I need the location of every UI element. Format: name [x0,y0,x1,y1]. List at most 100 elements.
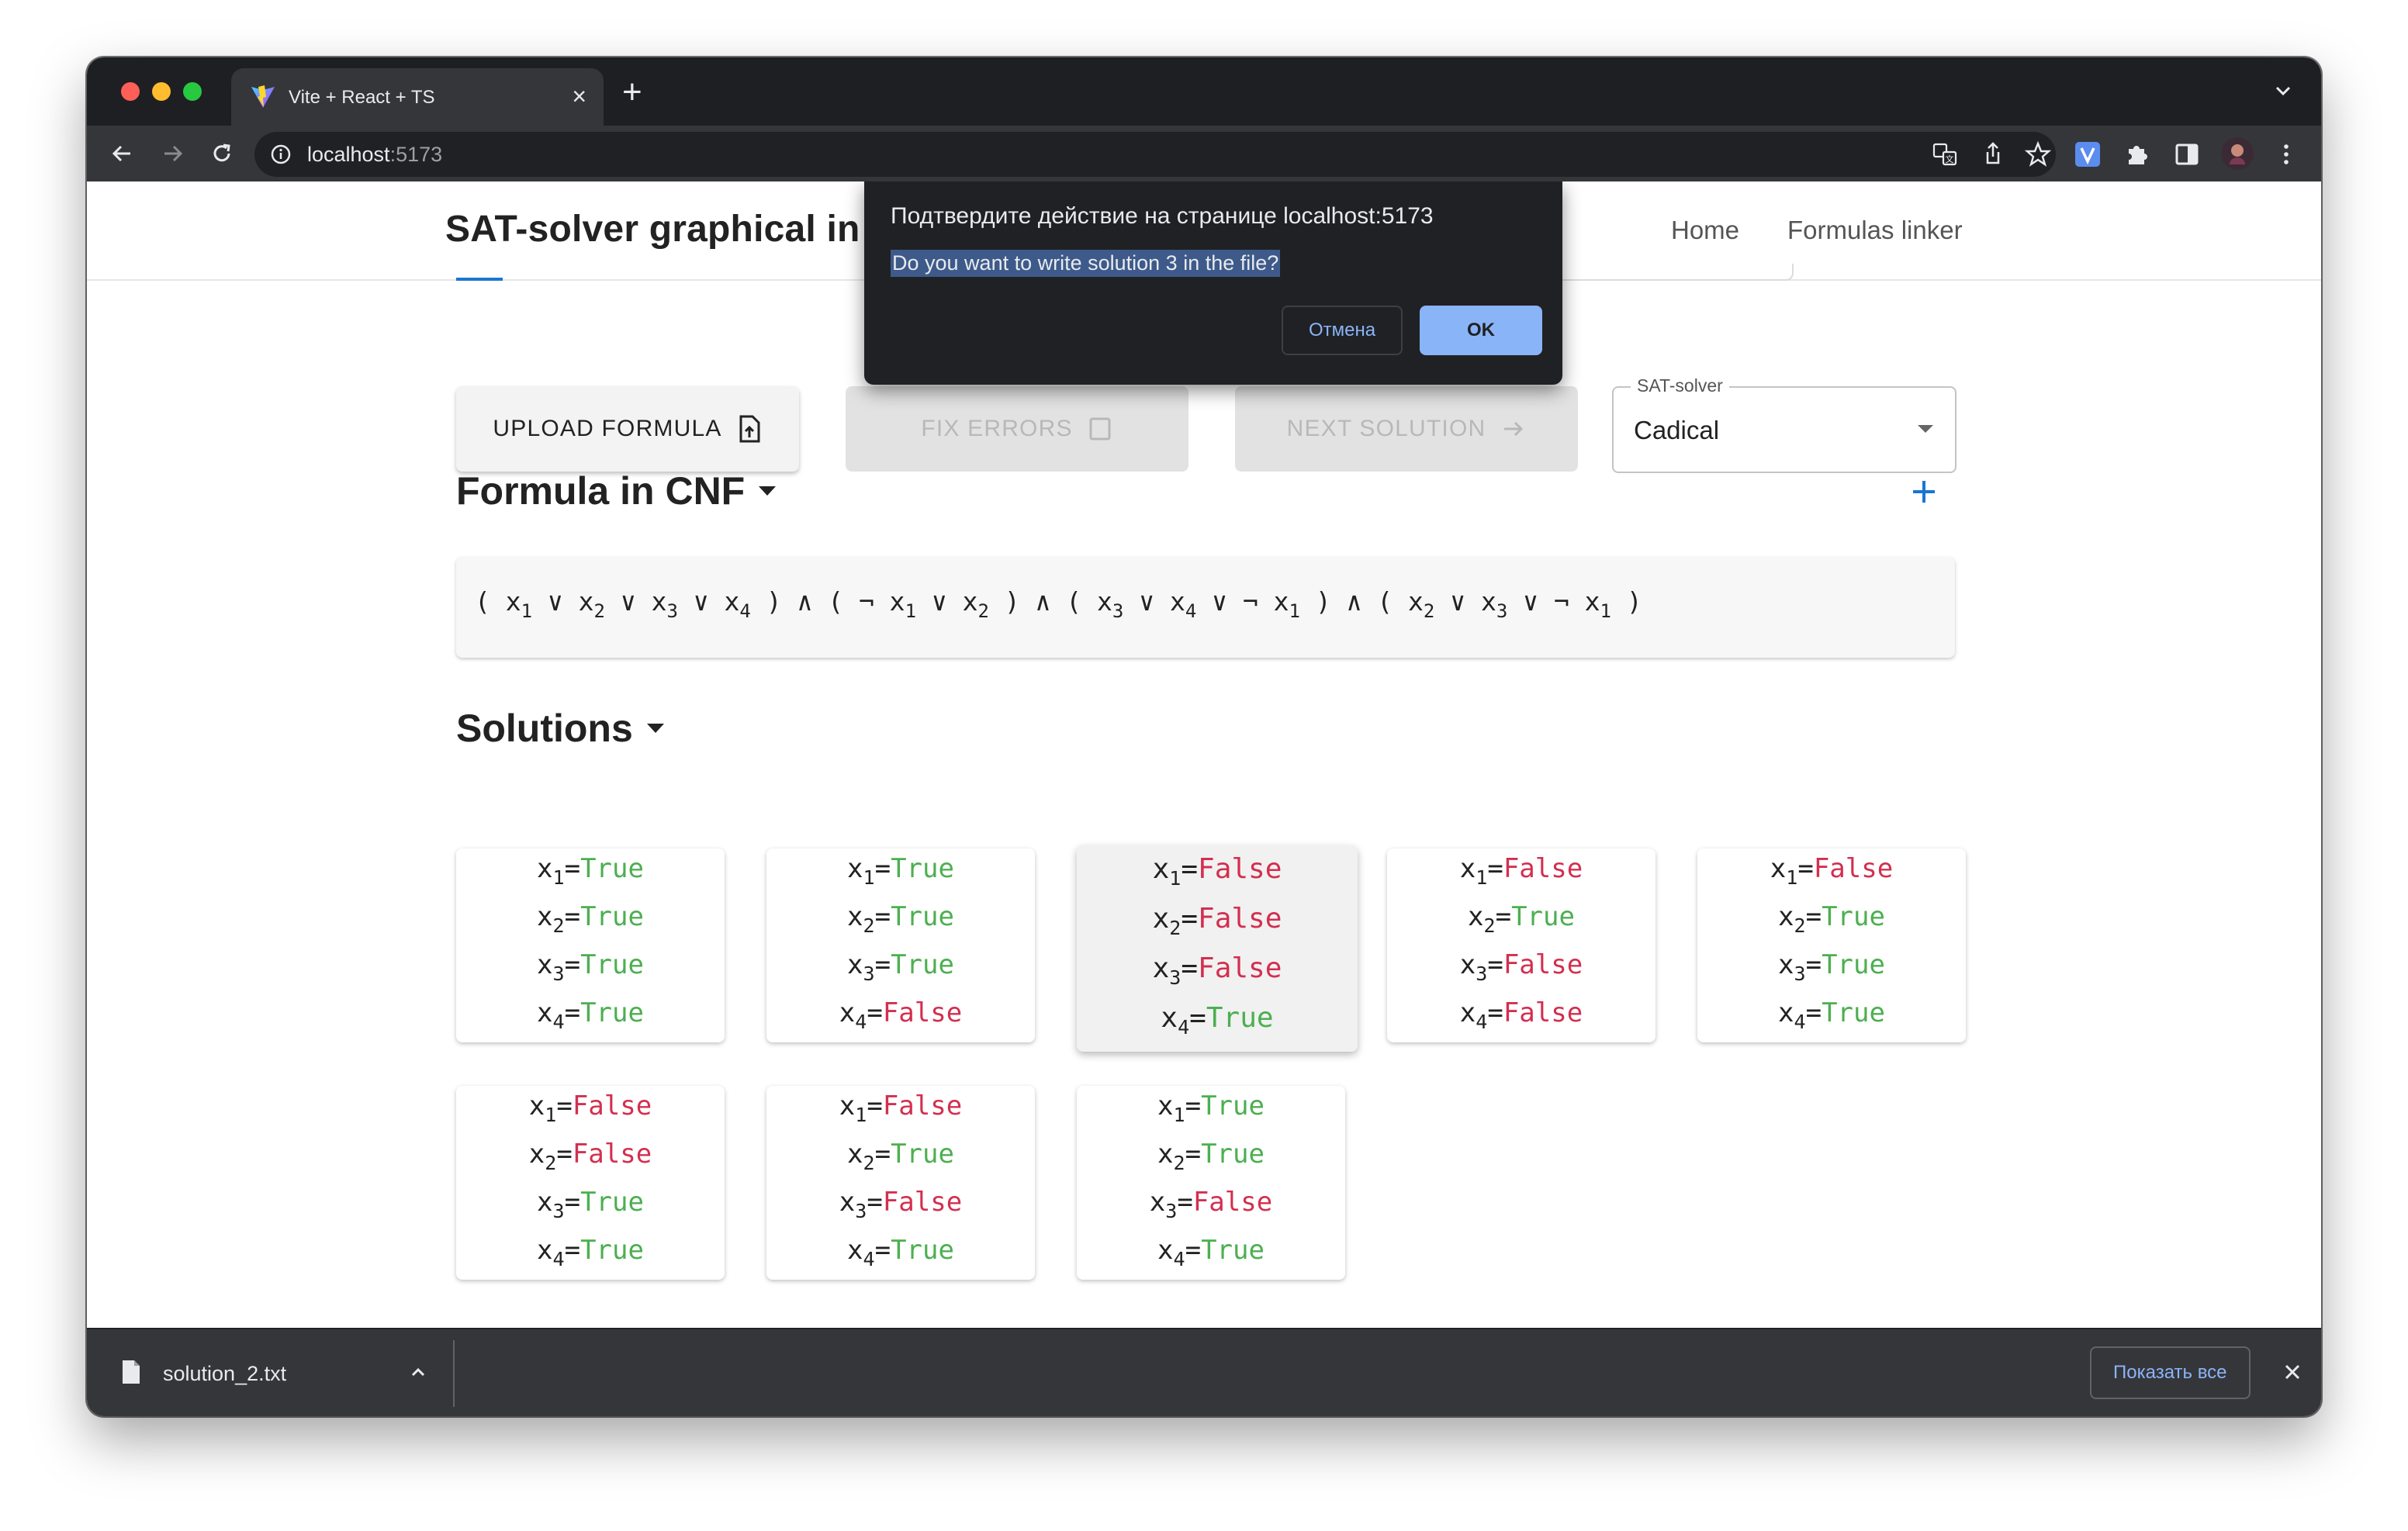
profile-avatar-icon[interactable] [2220,137,2254,171]
variable-name: x1= [1459,853,1503,889]
variable-assignment: x1=True [1157,1087,1265,1135]
address-bar[interactable]: localhost:5173 文 [254,132,2056,177]
solution-card[interactable]: x1=False x2=True x3=False x4=True [766,1086,1035,1280]
variable-value: True [1201,1235,1265,1266]
variable-value: True [1822,901,1885,932]
sat-solver-select[interactable]: SAT-solver Cadical [1612,375,1956,473]
variable-assignment: x1=False [839,1087,962,1135]
dialog-title: Подтвердите действие на странице localho… [891,203,1434,229]
side-panel-icon[interactable] [2172,140,2202,169]
variable-assignment: x4=True [537,994,644,1042]
solution-card[interactable]: x1=False x2=True x3=False x4=False [1387,848,1656,1042]
show-all-downloads-button[interactable]: Показать все [2090,1346,2251,1399]
info-icon[interactable] [270,143,292,165]
chevron-up-icon[interactable] [407,1360,430,1384]
variable-value: False [1198,952,1282,984]
variable-assignment: x1=True [537,849,644,897]
extensions-puzzle-icon[interactable] [2123,140,2152,169]
variable-name: x4= [1157,1235,1202,1270]
variable-assignment: x1=False [1770,849,1893,897]
variable-value: True [580,949,644,980]
browser-titlebar: Vite + React + TS × + [87,57,2321,126]
page-content: SAT-solver graphical in Home Formulas li… [87,181,2321,1384]
solution-card[interactable]: x1=True x2=True x3=True x4=True [456,848,725,1042]
arrow-right-icon [1504,421,1524,437]
variable-name: x4= [1778,997,1822,1033]
variable-assignment: x1=False [1460,849,1583,897]
variable-value: False [1192,1187,1273,1218]
variable-name: x4= [839,997,883,1033]
tab-close-icon[interactable]: × [572,81,586,112]
variable-name: x1= [1152,853,1199,890]
file-icon [123,1360,140,1384]
variable-name: x3= [537,949,581,985]
dialog-ok-button[interactable]: OK [1420,306,1542,355]
variable-value: True [891,853,954,884]
chevron-down-icon[interactable] [2270,78,2296,104]
maximize-window-button[interactable] [183,82,202,101]
formula-display: ( x1 ∨ x2 ∨ x3 ∨ x4 ) ∧ ( ¬ x1 ∨ x2 ) ∧ … [456,557,1955,658]
nav-link-home[interactable]: Home [1671,216,1739,245]
close-icon[interactable] [2279,1359,2306,1385]
fix-errors-button[interactable]: FIX ERRORS [846,386,1188,472]
variable-assignment: x3=True [537,1183,644,1231]
variable-value: False [1813,853,1894,884]
back-icon[interactable] [107,138,138,169]
fix-errors-label: FIX ERRORS [921,416,1073,441]
share-icon[interactable] [1978,140,2008,169]
variable-assignment: x3=True [1778,945,1885,994]
solution-card[interactable]: x1=True x2=True x3=False x4=True [1077,1086,1345,1280]
solution-card[interactable]: x1=False x2=False x3=True x4=True [456,1086,725,1280]
app-title: SAT-solver graphical in [445,209,860,250]
upload-formula-button[interactable]: UPLOAD FORMULA [456,386,799,472]
bookmark-star-icon[interactable] [2023,140,2053,169]
caret-down-icon [646,723,664,733]
close-window-button[interactable] [121,82,140,101]
build-icon [1089,417,1111,441]
variable-value: True [891,1139,954,1170]
variable-assignment: x2=True [847,1135,954,1183]
variable-value: True [1822,997,1885,1028]
variable-assignment: x2=True [1778,897,1885,945]
sat-solver-label: SAT-solver [1631,375,1729,396]
variable-assignment: x4=True [1778,994,1885,1042]
variable-name: x1= [847,853,891,889]
variable-value: False [1503,949,1583,980]
nav-link-formulas-linker[interactable]: Formulas linker [1787,216,1963,245]
add-icon[interactable] [1905,473,1943,510]
variable-name: x2= [528,1139,573,1174]
extension-v-icon[interactable] [2073,140,2102,169]
minimize-window-button[interactable] [152,82,171,101]
solution-card[interactable]: x1=False x2=False x3=False x4=True [1077,845,1358,1052]
variable-value: False [572,1090,652,1121]
variable-name: x3= [1778,949,1822,985]
reload-icon[interactable] [206,138,237,169]
variable-assignment: x3=False [1460,945,1583,994]
confirm-dialog: Подтвердите действие на странице localho… [864,181,1562,385]
forward-icon[interactable] [157,138,188,169]
next-solution-label: NEXT SOLUTION [1286,416,1486,441]
url-text: localhost:5173 [307,143,442,167]
sat-solver-value: Cadical [1634,416,1720,444]
new-tab-icon[interactable]: + [622,73,642,112]
solution-card[interactable]: x1=True x2=True x3=True x4=False [766,848,1035,1042]
dropdown-caret-icon [1918,425,1933,433]
download-file-name[interactable]: solution_2.txt [163,1362,286,1386]
variable-name: x3= [1152,952,1199,989]
solution-card[interactable]: x1=False x2=True x3=True x4=True [1697,848,1966,1042]
variable-assignment: x3=False [839,1183,962,1231]
variable-assignment: x4=True [537,1231,644,1279]
solutions-section-toggle[interactable]: Solutions [456,706,664,751]
variable-value: True [1822,949,1885,980]
variable-name: x4= [1459,997,1503,1033]
more-menu-icon[interactable] [2271,140,2301,169]
variable-assignment: x2=False [1153,899,1282,949]
variable-value: True [1201,1139,1265,1170]
url-host: localhost [307,143,390,166]
browser-tab[interactable]: Vite + React + TS × [231,68,604,126]
formula-section-toggle[interactable]: Formula in CNF [456,468,777,513]
translate-icon[interactable]: 文 [1930,140,1960,169]
next-solution-button[interactable]: NEXT SOLUTION [1235,386,1578,472]
variable-name: x1= [1157,1090,1202,1126]
dialog-cancel-button[interactable]: Отмена [1282,306,1403,355]
